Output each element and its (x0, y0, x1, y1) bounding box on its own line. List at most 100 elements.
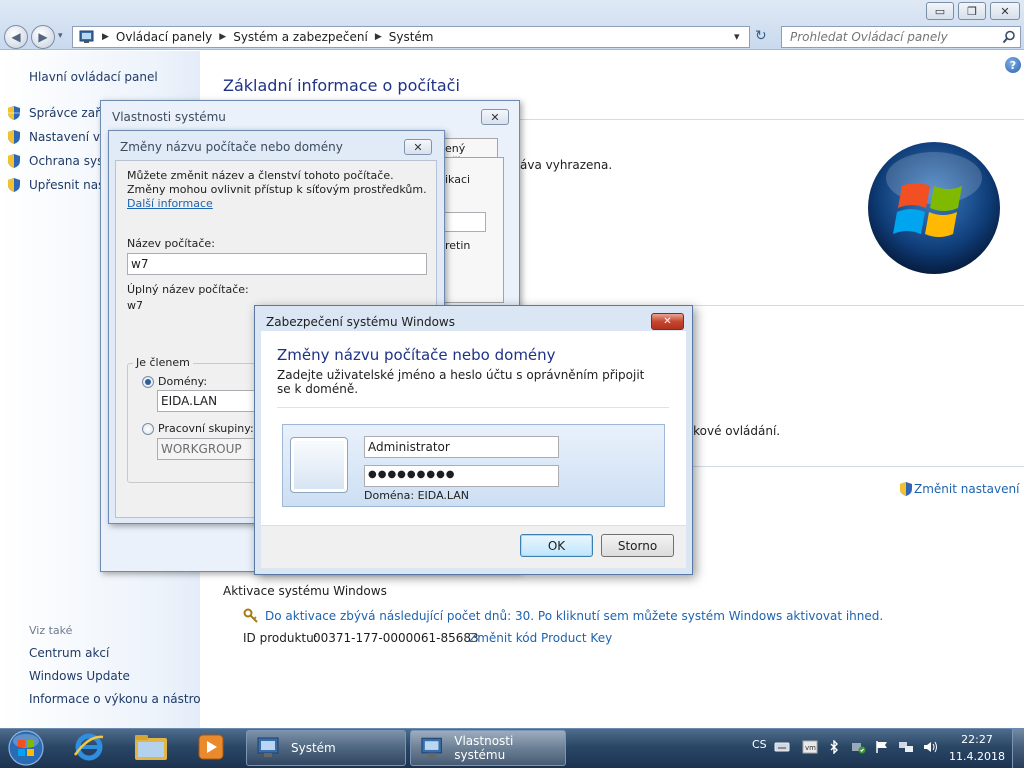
tab-panel-text: ikaci (445, 173, 471, 186)
task-label: Systém (291, 741, 336, 755)
minimize-button[interactable]: ▭ (926, 2, 954, 20)
see-also-performance[interactable]: Informace o výkonu a nástroje (29, 692, 211, 706)
maximize-button[interactable]: ❐ (958, 2, 986, 20)
safely-remove-icon[interactable] (850, 740, 866, 754)
clock-date[interactable]: 11.4.2018 (946, 750, 1008, 763)
workgroup-input[interactable]: WORKGROUP (157, 438, 255, 460)
tab-panel-field (440, 212, 486, 232)
member-of-label: Je členem (133, 356, 193, 369)
divider (520, 119, 1024, 120)
security-close-button[interactable]: ✕ (651, 313, 684, 330)
windows-logo (868, 142, 1000, 274)
svg-text:vm: vm (805, 744, 816, 752)
back-button[interactable]: ◀ (4, 25, 28, 49)
security-prompt: Zadejte uživatelské jméno a heslo účtu s… (277, 368, 645, 396)
user-picture (290, 437, 348, 493)
full-name-value: w7 (127, 299, 143, 312)
system-properties-icon (421, 737, 442, 757)
clock-time[interactable]: 22:27 (952, 733, 1002, 746)
explorer-folder-icon[interactable] (133, 732, 169, 762)
divider (693, 466, 1024, 467)
activation-header: Aktivace systému Windows (223, 584, 387, 598)
rename-intro-text: Můžete změnit název a členství tohoto po… (127, 169, 427, 210)
shield-icon (900, 482, 912, 496)
forward-button[interactable]: ▶ (31, 25, 55, 49)
page-title: Základní informace o počítači (223, 76, 460, 95)
start-button[interactable] (6, 729, 46, 767)
internet-explorer-icon[interactable] (72, 731, 106, 763)
breadcrumb-control-panel[interactable]: Ovládací panely (116, 30, 212, 44)
system-window-icon (257, 737, 279, 757)
rename-dialog-title: Změny názvu počítače nebo domény (120, 140, 343, 154)
more-info-link[interactable]: Další informace (127, 197, 213, 210)
show-desktop-button[interactable] (1012, 729, 1024, 768)
sidebar-item-device-manager[interactable]: Správce zaříz (29, 106, 110, 120)
recent-pages-icon[interactable]: ▾ (58, 31, 63, 41)
domain-info: Doména: EIDA.LAN (364, 489, 470, 502)
username-input[interactable]: Administrator (364, 436, 559, 458)
password-input[interactable]: ●●●●●●●●● (364, 465, 559, 487)
change-settings-link[interactable]: Změnit nastavení (914, 482, 1019, 496)
volume-icon[interactable] (922, 740, 938, 754)
ok-button[interactable]: OK (520, 534, 593, 557)
security-heading: Změny názvu počítače nebo domény (277, 346, 556, 364)
full-name-label: Úplný název počítače: (127, 283, 249, 296)
control-panel-icon (79, 30, 94, 43)
activation-link[interactable]: Do aktivace zbývá následující počet dnů:… (265, 609, 883, 623)
search-box[interactable] (781, 26, 1021, 48)
breadcrumb-system-security[interactable]: Systém a zabezpečení (233, 30, 368, 44)
action-center-flag-icon[interactable] (874, 740, 890, 754)
help-icon[interactable]: ? (1005, 57, 1021, 73)
see-also-windows-update[interactable]: Windows Update (29, 669, 130, 683)
rename-dialog-close-button[interactable]: ✕ (404, 139, 432, 155)
media-player-icon[interactable] (196, 733, 226, 761)
network-icon[interactable] (898, 740, 914, 754)
see-also-action-center[interactable]: Centrum akcí (29, 646, 109, 660)
close-button[interactable]: ✕ (990, 2, 1020, 20)
refresh-icon[interactable]: ↻ (755, 28, 767, 44)
computer-name-label: Název počítače: (127, 237, 215, 250)
search-icon[interactable] (1002, 30, 1016, 44)
key-icon (243, 608, 258, 623)
address-dropdown-icon[interactable]: ▾ (734, 30, 740, 43)
back-arrow-icon: ◀ (11, 30, 21, 44)
shield-icon (8, 130, 20, 144)
divider (277, 407, 669, 408)
control-panel-home-link[interactable]: Hlavní ovládací panel (29, 70, 158, 84)
change-product-key-link[interactable]: Změnit kód Product Key (469, 631, 612, 645)
system-properties-title: Vlastnosti systému (112, 110, 226, 124)
cancel-button[interactable]: Storno (601, 534, 674, 557)
vmware-tools-icon[interactable]: vm (802, 740, 818, 754)
domain-radio-label: Domény: (158, 375, 208, 388)
shield-icon (8, 154, 20, 168)
keyboard-icon[interactable] (774, 740, 790, 754)
breadcrumb-separator-icon: ▶ (374, 32, 382, 42)
search-input[interactable] (790, 30, 1000, 44)
computer-name-input[interactable]: w7 (127, 253, 427, 275)
language-indicator[interactable]: CS (752, 738, 767, 751)
remote-control-text: ýkové ovládání. (686, 424, 781, 438)
address-bar[interactable]: ▶ Ovládací panely ▶ Systém a zabezpečení… (72, 26, 750, 48)
forward-arrow-icon: ▶ (38, 30, 48, 44)
breadcrumb-separator-icon: ▶ (219, 32, 227, 42)
taskbar-task-system[interactable]: Systém (246, 730, 406, 766)
shield-icon (8, 178, 20, 192)
tab-remote[interactable]: ený přístup (440, 138, 498, 168)
system-properties-close-button[interactable]: ✕ (481, 109, 509, 125)
see-also-heading: Viz také (29, 624, 73, 637)
shield-icon (8, 106, 20, 120)
task-label: Vlastnosti systému (454, 734, 514, 762)
bluetooth-icon[interactable] (826, 740, 842, 754)
copyright-text: áva vyhrazena. (520, 158, 613, 172)
product-id-label: ID produktu: (243, 631, 318, 645)
domain-input[interactable]: EIDA.LAN (157, 390, 255, 412)
breadcrumb-system[interactable]: Systém (389, 30, 434, 44)
security-dialog-title: Zabezpečení systému Windows (266, 315, 455, 329)
breadcrumb-separator-icon: ▶ (102, 32, 109, 42)
tab-panel-text: retin (445, 239, 471, 252)
domain-radio[interactable] (142, 376, 154, 388)
workgroup-radio[interactable] (142, 423, 154, 435)
taskbar-task-system-properties[interactable]: Vlastnosti systému (410, 730, 566, 766)
workgroup-radio-label: Pracovní skupiny: (158, 422, 254, 435)
product-id-value: 00371-177-0000061-85683 (313, 631, 479, 645)
